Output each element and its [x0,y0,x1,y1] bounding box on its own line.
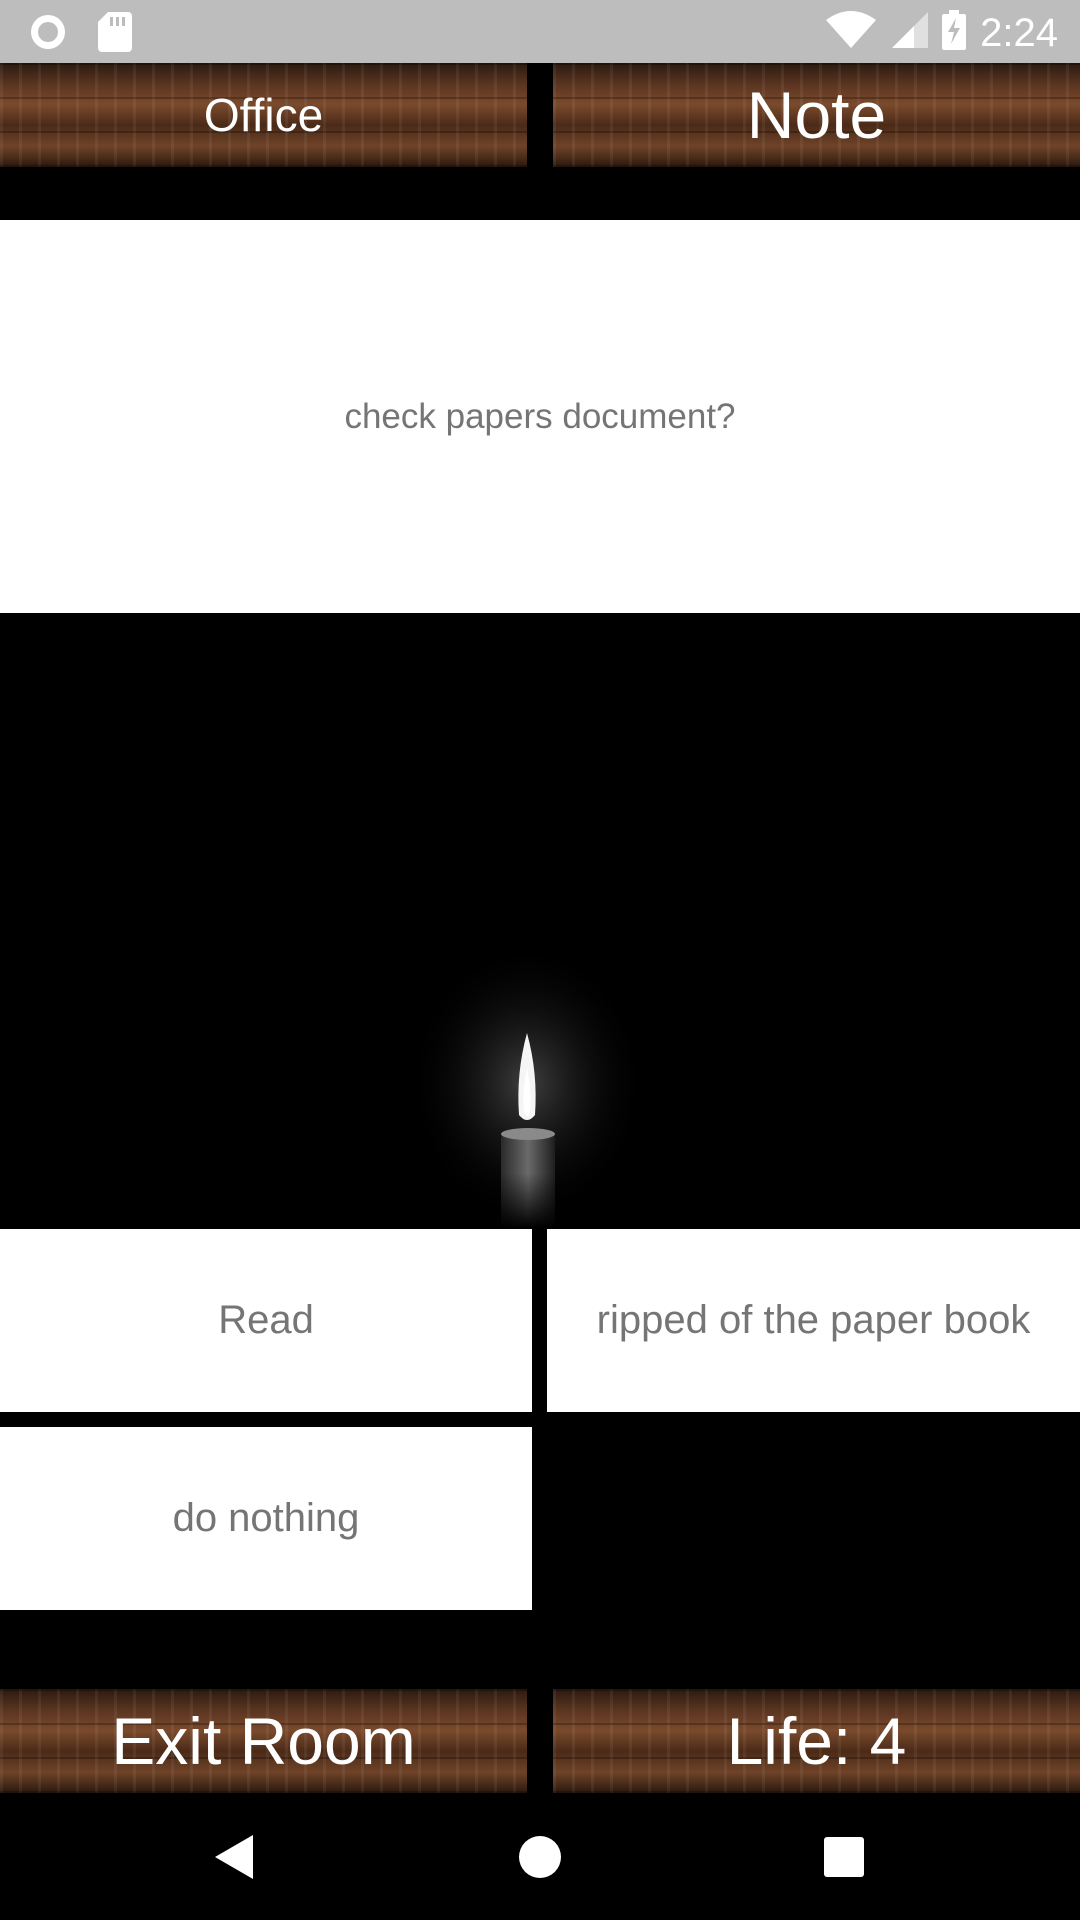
choice-label: do nothing [172,1496,360,1540]
choice-label: ripped of the paper book [596,1298,1031,1342]
navigation-bar [0,1793,1080,1920]
note-button-label: Note [746,78,887,152]
clock: 2:24 [980,10,1058,55]
signal-icon [890,10,929,55]
wifi-icon [826,10,877,55]
scene-image [0,613,1080,1228]
note-button[interactable]: Note [553,63,1080,167]
question-text: check papers document? [344,396,736,436]
choice-label: Read [218,1298,314,1342]
question-panel: check papers document? [0,220,1080,613]
status-bar: 2:24 [0,0,1080,63]
choice-do-nothing-button[interactable]: do nothing [0,1427,532,1610]
room-title: Office [0,63,527,167]
room-title-label: Office [203,89,324,141]
battery-charging-icon [942,10,967,55]
choice-read-button[interactable]: Read [0,1229,532,1412]
candle-icon [407,943,647,1228]
sd-card-icon [98,12,132,57]
choice-rip-paper-button[interactable]: ripped of the paper book [547,1229,1080,1412]
circle-record-icon [28,12,68,57]
life-counter: Life: 4 [553,1689,1080,1793]
life-counter-label: Life: 4 [726,1704,907,1778]
exit-room-label: Exit Room [111,1704,416,1778]
exit-room-button[interactable]: Exit Room [0,1689,527,1793]
home-icon[interactable] [480,1793,600,1920]
back-icon[interactable] [175,1793,295,1920]
recents-icon[interactable] [784,1793,904,1920]
